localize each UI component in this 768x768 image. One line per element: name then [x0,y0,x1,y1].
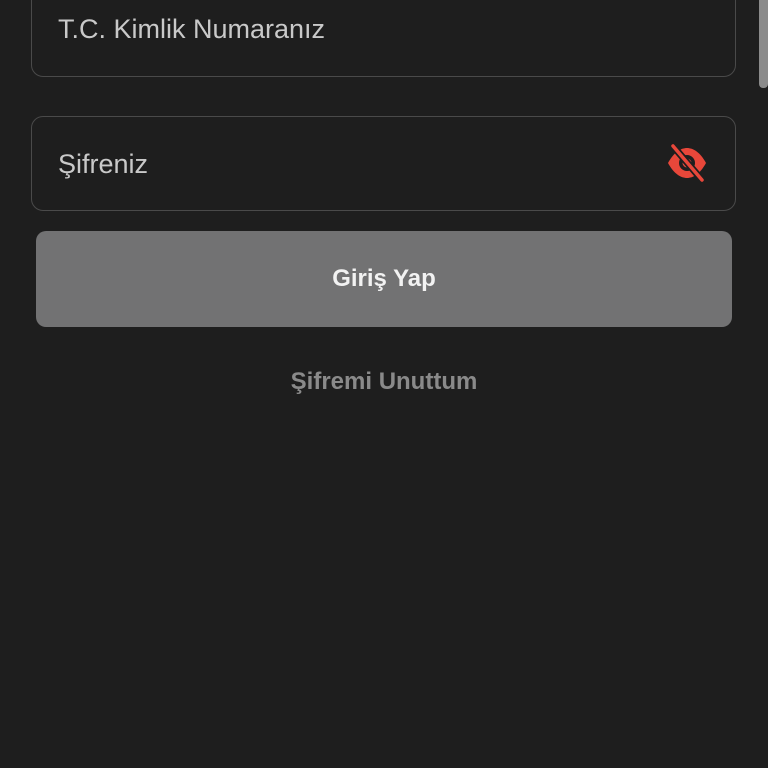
scrollbar-thumb[interactable] [759,0,768,88]
eye-off-icon[interactable] [665,142,709,184]
login-screen: Giriş Yap Şifremi Unuttum [0,0,768,768]
password-field[interactable] [31,116,736,212]
id-number-input[interactable] [58,1,658,58]
forgot-password-link[interactable]: Şifremi Unuttum [0,368,768,396]
password-input[interactable] [58,117,658,212]
login-button[interactable]: Giriş Yap [36,231,732,327]
id-number-field[interactable] [31,0,736,77]
